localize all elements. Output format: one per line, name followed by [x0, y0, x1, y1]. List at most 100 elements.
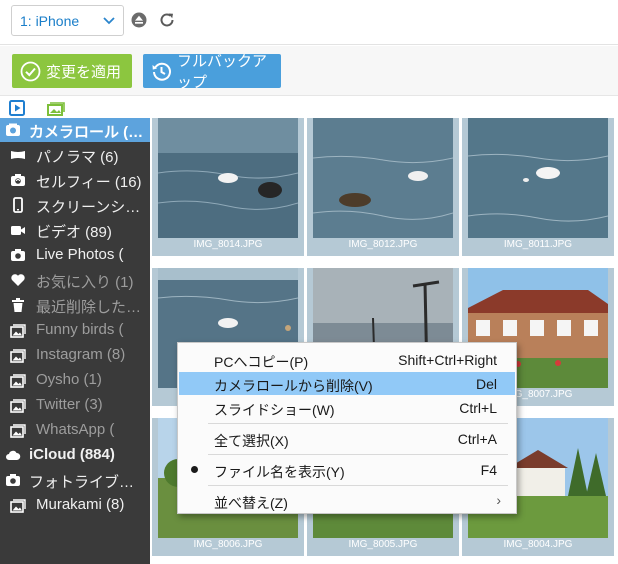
- menu-item-shortcut: Shift+Ctrl+Right: [398, 352, 497, 368]
- menu-item-delete-from-camera-roll[interactable]: カメラロールから削除(V) Del: [179, 372, 515, 395]
- photo-thumbnail: [468, 118, 608, 238]
- sidebar-item-live-photos[interactable]: Live Photos (: [0, 243, 150, 267]
- sidebar-item-label: セルフィー (16): [36, 174, 142, 191]
- sidebar-item-label: ビデオ (89): [36, 224, 112, 241]
- photo-tile[interactable]: IMG_8014.JPG: [152, 118, 304, 256]
- sidebar-item-label: Murakami (8): [36, 496, 125, 513]
- sidebar-item-murakami[interactable]: Murakami (8): [0, 493, 150, 517]
- photo-filename: IMG_8006.JPG: [193, 539, 263, 550]
- sidebar-item-favorites[interactable]: お気に入り (1): [0, 268, 150, 292]
- play-video-icon[interactable]: [9, 100, 25, 116]
- sidebar-item-label: フォトライブラリ (: [29, 474, 144, 491]
- menu-item-label: ファイル名を表示(Y): [214, 464, 345, 480]
- album-icon: [10, 424, 26, 438]
- camera-icon: [6, 474, 20, 486]
- menu-separator: [208, 485, 508, 486]
- album-icon: [10, 324, 26, 338]
- context-menu: PCへコピー(P) Shift+Ctrl+Right カメラロールから削除(V)…: [177, 342, 517, 514]
- sidebar-item-label: Funny birds (: [36, 321, 124, 338]
- album-icon: [10, 349, 26, 363]
- device-select-value: 1: iPhone: [20, 13, 80, 29]
- chevron-right-icon: ›: [496, 492, 501, 508]
- eject-icon[interactable]: [131, 12, 147, 28]
- heart-icon: [11, 274, 25, 286]
- album-icon: [10, 374, 26, 388]
- sidebar-item-label: お気に入り (1): [36, 274, 134, 291]
- photo-tile[interactable]: IMG_8011.JPG: [462, 118, 614, 256]
- photo-tile[interactable]: IMG_8012.JPG: [307, 118, 459, 256]
- menu-item-shortcut: F4: [480, 462, 497, 478]
- menu-item-sort[interactable]: 並べ替え(Z) ›: [179, 489, 515, 512]
- refresh-icon[interactable]: [158, 11, 176, 29]
- photo-filename: IMG_8011.JPG: [503, 239, 573, 250]
- menu-item-label: カメラロールから削除(V): [214, 378, 373, 394]
- sidebar-item-oysho[interactable]: Oysho (1): [0, 368, 150, 392]
- sidebar-item-label: Live Photos (: [36, 246, 124, 263]
- video-camera-icon: [11, 226, 25, 235]
- sidebar-item-recently-deleted[interactable]: 最近削除した項目: [0, 293, 150, 317]
- apply-changes-label: 変更を適用: [46, 63, 122, 81]
- chevron-down-icon: [103, 17, 115, 25]
- sidebar: カメラロール (954) パノラマ (6) セルフィー (16) スクリーンショ…: [0, 118, 150, 564]
- device-select[interactable]: 1: iPhone: [11, 5, 124, 36]
- cloud-icon: [6, 450, 21, 460]
- view-toggle-bar: [0, 97, 618, 118]
- photo-filename: IMG_8014.JPG: [193, 239, 263, 250]
- sidebar-item-label: パノラマ (6): [36, 149, 119, 166]
- photo-thumbnail: [313, 118, 453, 238]
- menu-item-label: 並べ替え(Z): [214, 495, 288, 511]
- photo-filename: IMG_8004.JPG: [503, 539, 573, 550]
- sidebar-item-twitter[interactable]: Twitter (3): [0, 393, 150, 417]
- photo-filename: IMG_8005.JPG: [348, 539, 418, 550]
- sidebar-item-icloud[interactable]: iCloud (884): [0, 443, 150, 467]
- menu-item-select-all[interactable]: 全て選択(X) Ctrl+A: [179, 427, 515, 450]
- sidebar-item-screenshots[interactable]: スクリーンショット: [0, 193, 150, 217]
- action-bar: 変更を適用 フルバックアップ: [0, 46, 618, 96]
- sidebar-item-label: iCloud (884): [29, 446, 115, 463]
- menu-item-slideshow[interactable]: スライドショー(W) Ctrl+L: [179, 396, 515, 419]
- album-icon: [10, 399, 26, 413]
- photo-filename: IMG_8012.JPG: [348, 239, 418, 250]
- photo-thumbnail: [158, 118, 298, 238]
- sidebar-item-label: Oysho (1): [36, 371, 102, 388]
- sidebar-item-whatsapp[interactable]: WhatsApp (: [0, 418, 150, 442]
- menu-separator: [208, 454, 508, 455]
- menu-item-shortcut: Ctrl+L: [459, 400, 497, 416]
- camera-roll-icon: [6, 123, 20, 136]
- selfie-camera-icon: [11, 174, 25, 186]
- sidebar-item-label: スクリーンショット: [36, 199, 144, 216]
- full-backup-label: フルバックアップ: [177, 53, 268, 91]
- sidebar-item-camera-roll[interactable]: カメラロール (954): [0, 118, 150, 142]
- menu-item-label: PCへコピー(P): [214, 354, 309, 370]
- sidebar-item-label: Twitter (3): [36, 396, 103, 413]
- phone-icon: [13, 197, 23, 213]
- sidebar-item-photo-library[interactable]: フォトライブラリ (: [0, 468, 150, 492]
- apply-changes-button[interactable]: 変更を適用: [12, 54, 132, 88]
- trash-icon: [12, 298, 24, 312]
- radio-checked-icon: [191, 466, 198, 473]
- menu-item-show-filenames[interactable]: ファイル名を表示(Y) F4: [179, 458, 515, 481]
- photos-album-icon[interactable]: [47, 100, 65, 116]
- album-icon: [10, 499, 26, 513]
- camera-icon: [11, 249, 25, 261]
- menu-separator: [208, 423, 508, 424]
- history-icon: [152, 62, 171, 81]
- menu-item-label: 全て選択(X): [214, 433, 289, 449]
- check-circle-icon: [20, 61, 41, 81]
- sidebar-item-selfie[interactable]: セルフィー (16): [0, 168, 150, 192]
- full-backup-button[interactable]: フルバックアップ: [143, 53, 281, 91]
- sidebar-item-label: カメラロール (954): [29, 124, 144, 141]
- menu-item-label: スライドショー(W): [214, 402, 335, 418]
- sidebar-item-instagram[interactable]: Instagram (8): [0, 343, 150, 367]
- menu-item-copy-to-pc[interactable]: PCへコピー(P) Shift+Ctrl+Right: [179, 348, 515, 371]
- menu-item-shortcut: Ctrl+A: [457, 431, 497, 447]
- sidebar-item-panorama[interactable]: パノラマ (6): [0, 143, 150, 167]
- menu-item-shortcut: Del: [475, 376, 497, 392]
- sidebar-item-label: 最近削除した項目: [36, 299, 144, 316]
- sidebar-item-video[interactable]: ビデオ (89): [0, 218, 150, 242]
- sidebar-item-funny-birds[interactable]: Funny birds (: [0, 318, 150, 342]
- top-bar: 1: iPhone: [0, 0, 618, 45]
- sidebar-item-label: Instagram (8): [36, 346, 126, 363]
- sidebar-item-label: WhatsApp (: [36, 421, 115, 438]
- panorama-icon: [11, 151, 25, 159]
